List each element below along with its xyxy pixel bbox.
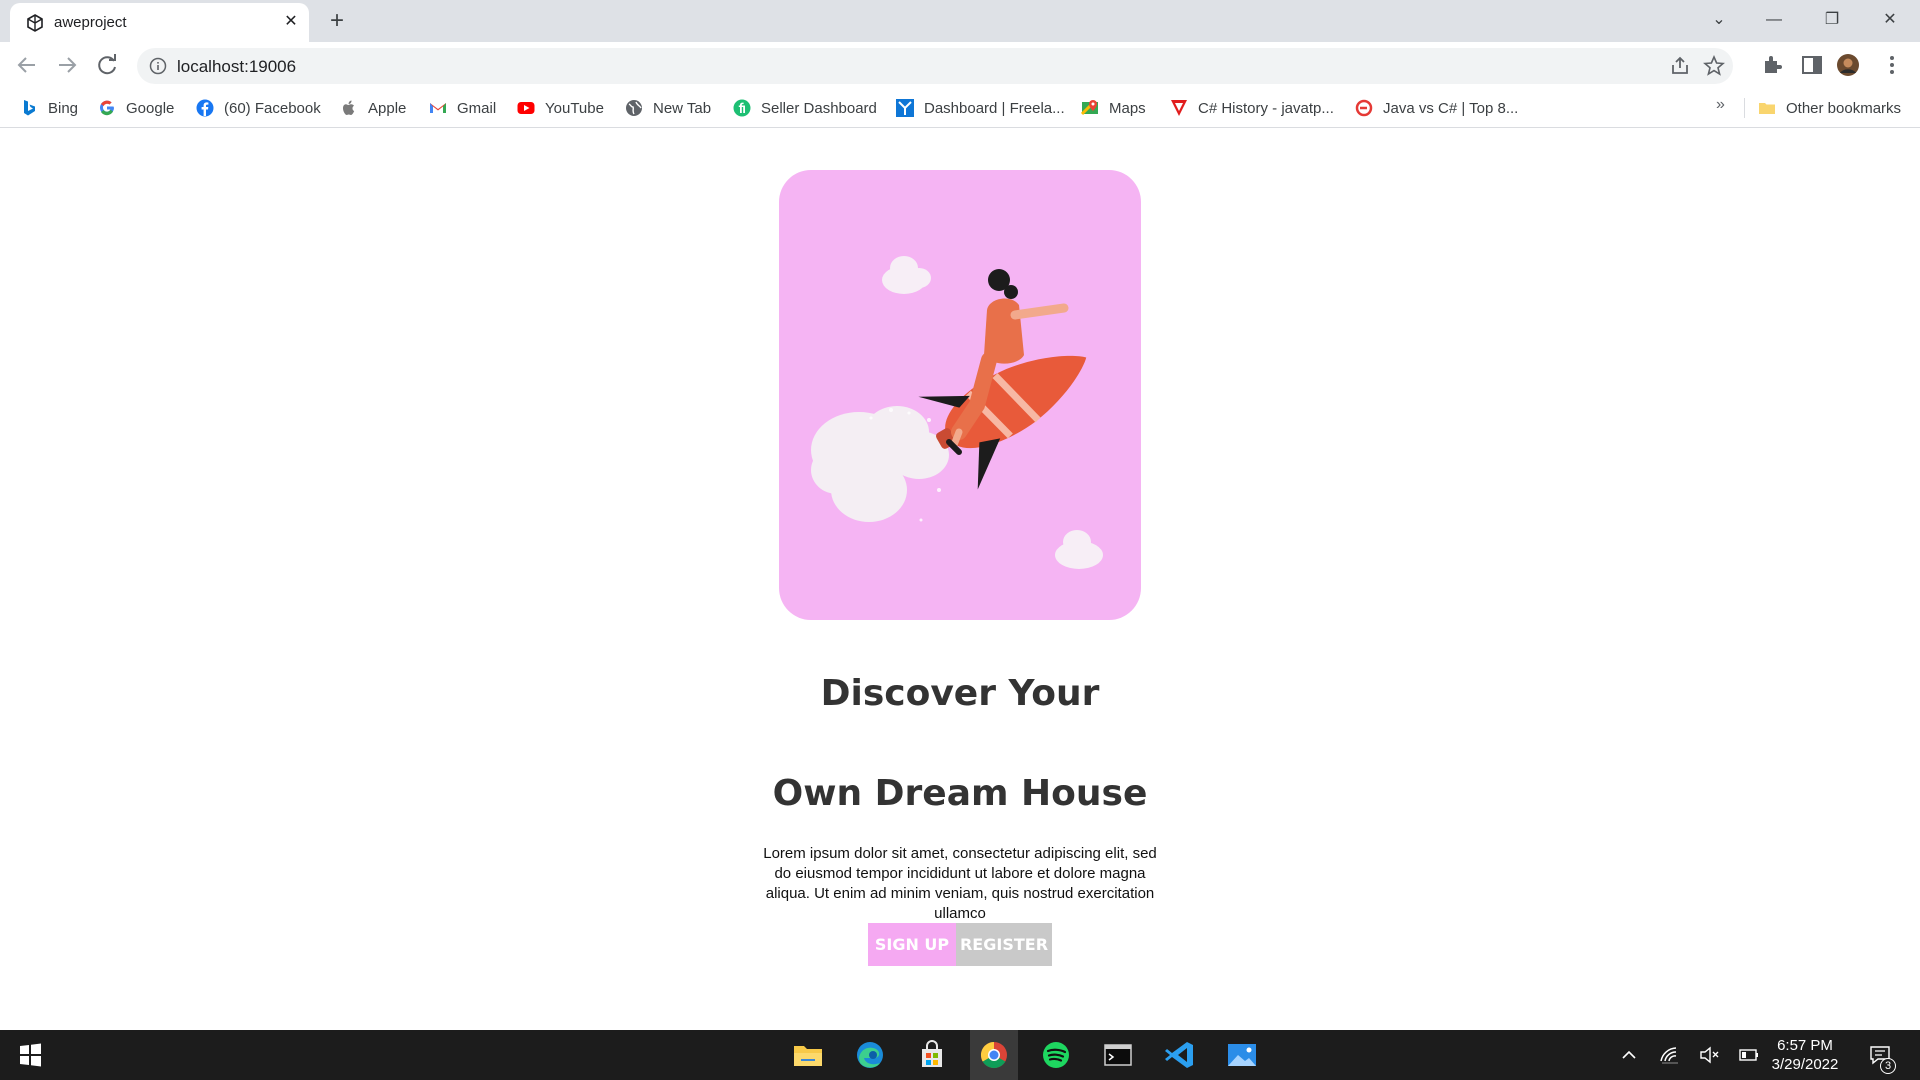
edge-icon[interactable] (846, 1030, 894, 1080)
back-icon[interactable] (11, 49, 43, 81)
bookmark-label: Dashboard | Freela... (924, 99, 1065, 117)
bookmark-label: Google (126, 99, 175, 117)
bookmark-google[interactable]: Google (98, 97, 174, 119)
clock-time: 6:57 PM (1777, 1037, 1833, 1054)
browser-toolbar: localhost:19006 (0, 42, 1920, 88)
gmail-icon (430, 103, 446, 113)
menu-kebab-icon[interactable] (1880, 53, 1904, 77)
side-panel-icon[interactable] (1800, 53, 1824, 77)
bookmark-label: Java vs C# | Top 8... (1383, 99, 1519, 117)
headline-line-2: Own Dream House (772, 773, 1148, 814)
forward-icon[interactable] (51, 49, 83, 81)
volume-muted-icon[interactable] (1698, 1044, 1720, 1066)
globe-icon (626, 100, 642, 116)
bookmark-label: (60) Facebook (224, 99, 321, 117)
photos-icon[interactable] (1218, 1030, 1266, 1080)
start-windows-icon[interactable] (6, 1030, 54, 1080)
bookmark-javatpoint[interactable]: C# History - javatp... (1170, 97, 1334, 119)
intro-paragraph: Lorem ipsum dolor sit amet, consectetur … (763, 845, 1157, 922)
apple-icon (343, 100, 355, 115)
bookmark-bing[interactable]: Bing (20, 97, 78, 119)
file-explorer-icon[interactable] (784, 1030, 832, 1080)
bookmark-label: YouTube (545, 99, 604, 117)
profile-avatar[interactable] (1836, 53, 1860, 77)
wifi-icon[interactable] (1658, 1044, 1680, 1066)
headline-line-1: Discover Your (820, 673, 1100, 714)
bookmark-label: Bing (48, 99, 79, 117)
system-clock[interactable]: 6:57 PM 3/29/2022 (1760, 1036, 1850, 1074)
bookmark-seller-dashboard[interactable]: Seller Dashboard (733, 97, 877, 119)
register-button[interactable]: REGISTER (956, 923, 1052, 966)
bookmark-star-icon[interactable] (1703, 55, 1725, 77)
spotify-icon[interactable] (1032, 1030, 1080, 1080)
maps-icon (1081, 100, 1098, 116)
sign-up-button[interactable]: SIGN UP (868, 923, 956, 966)
share-icon[interactable] (1669, 55, 1691, 77)
bookmark-label: Apple (368, 99, 407, 117)
bookmark-label: C# History - javatp... (1198, 99, 1334, 117)
freelancer-icon (896, 99, 914, 117)
expo-icon (27, 14, 43, 32)
bookmarks-overflow-button[interactable]: » (1716, 96, 1725, 114)
tab-search-button[interactable]: ⌄ (1697, 4, 1741, 36)
notification-count-badge: 3 (1880, 1058, 1896, 1074)
terminal-icon[interactable] (1094, 1030, 1142, 1080)
extensions-icon[interactable] (1760, 53, 1784, 77)
close-window-button[interactable]: ✕ (1868, 4, 1912, 36)
restore-button[interactable]: ❐ (1810, 4, 1854, 36)
bookmarks-divider (1744, 98, 1745, 118)
clock-date: 3/29/2022 (1771, 1056, 1839, 1073)
google-icon (100, 100, 114, 116)
bookmark-label: Maps (1109, 99, 1146, 117)
bookmark-maps[interactable]: Maps (1081, 97, 1146, 119)
other-bookmarks-folder[interactable]: Other bookmarks (1758, 97, 1901, 119)
chrome-icon[interactable] (970, 1030, 1018, 1080)
windows-taskbar: 6:57 PM 3/29/2022 3 (0, 1030, 1920, 1080)
cloud-bottom-right (1055, 530, 1103, 569)
hero-illustration-card (779, 170, 1141, 620)
vscode-icon[interactable] (1156, 1030, 1204, 1080)
bookmark-educba[interactable]: Java vs C# | Top 8... (1355, 97, 1518, 119)
minimize-button[interactable]: — (1752, 4, 1796, 36)
site-info-icon[interactable] (149, 57, 167, 75)
educba-icon (1355, 99, 1373, 117)
chevron-up-icon[interactable] (1618, 1044, 1640, 1066)
bookmark-facebook[interactable]: (60) Facebook (196, 97, 321, 119)
title-bar: aweproject ✕ + ⌄ — ❐ ✕ (0, 0, 1920, 42)
bookmark-youtube[interactable]: YouTube (517, 97, 604, 119)
new-tab-button[interactable]: + (323, 8, 351, 36)
cloud-top-left (882, 256, 931, 294)
bookmark-apple[interactable]: Apple (340, 97, 406, 119)
battery-icon[interactable] (1738, 1044, 1760, 1066)
bookmark-gmail[interactable]: Gmail (429, 97, 496, 119)
exhaust-cloud (811, 406, 949, 522)
fiverr-icon (733, 99, 751, 117)
tab-close-icon[interactable]: ✕ (280, 11, 302, 33)
bookmark-freelancer[interactable]: Dashboard | Freela... (896, 97, 1065, 119)
tab-aweproject[interactable]: aweproject ✕ (10, 3, 309, 42)
youtube-icon (517, 102, 535, 114)
facebook-icon (196, 99, 214, 117)
folder-icon (1759, 103, 1775, 114)
bookmark-new-tab[interactable]: New Tab (625, 97, 711, 119)
rocket-girl-illustration (811, 256, 1103, 569)
bookmark-label: Seller Dashboard (761, 99, 877, 117)
reload-icon[interactable] (91, 49, 123, 81)
javatpoint-icon (1171, 100, 1187, 116)
other-bookmarks-label: Other bookmarks (1786, 99, 1902, 117)
address-bar[interactable]: localhost:19006 (137, 48, 1733, 84)
bookmark-label: New Tab (653, 99, 712, 117)
url-text: localhost:19006 (177, 57, 297, 76)
bookmarks-bar: Bing Google (60) Facebook Apple Gmail Yo… (0, 88, 1920, 128)
bookmark-label: Gmail (457, 99, 497, 117)
tab-title: aweproject (54, 14, 127, 31)
store-icon[interactable] (908, 1030, 956, 1080)
bing-icon (24, 100, 35, 116)
